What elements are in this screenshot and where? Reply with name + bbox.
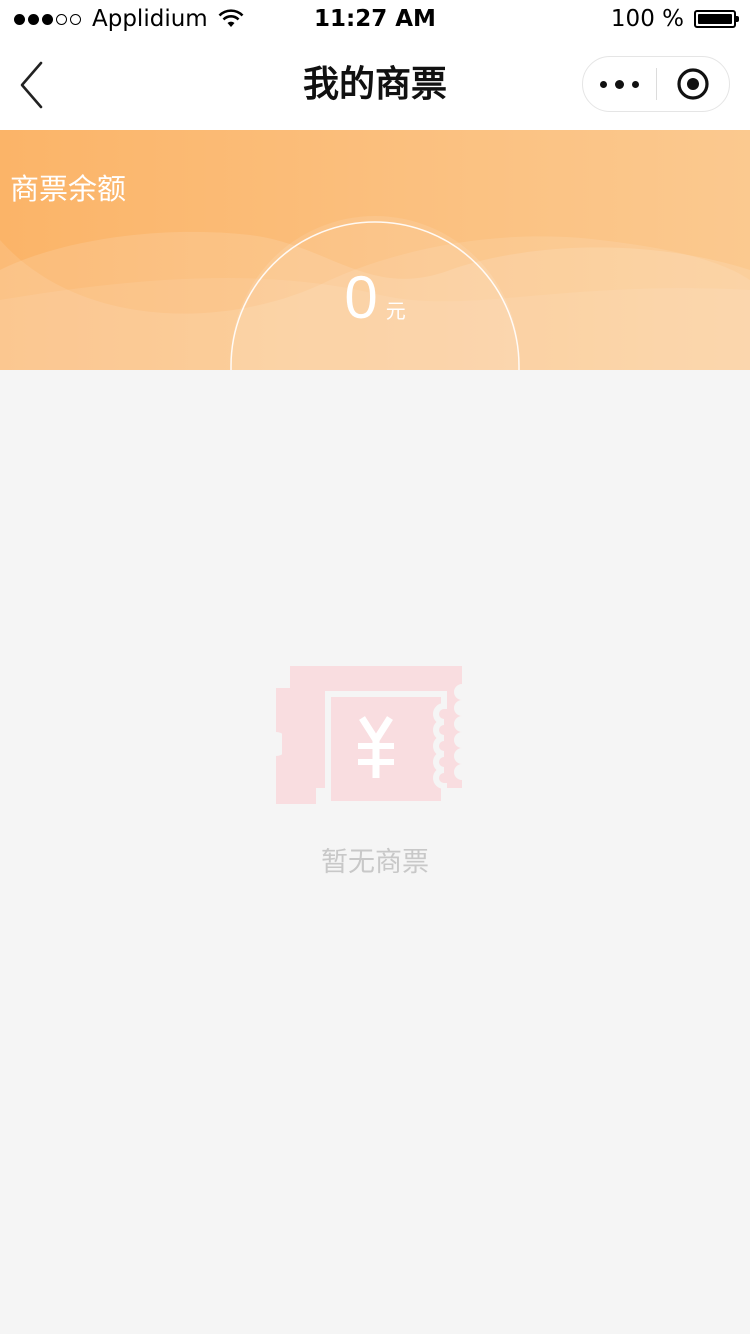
more-dots-icon-center: [614, 79, 624, 89]
status-right: 100 %: [610, 4, 739, 34]
balance-banner: 商票余额 0元: [0, 130, 750, 370]
mini-program-capsule: [582, 56, 730, 112]
battery-icon: [694, 10, 739, 28]
more-button[interactable]: [583, 57, 656, 111]
balance-display: 0元: [0, 268, 750, 328]
balance-unit: 元: [385, 299, 406, 323]
balance-value: 0: [344, 264, 378, 331]
status-bar: Applidium 11:27 AM 100 %: [0, 0, 750, 40]
more-dots-icon-right: [631, 80, 639, 88]
battery-percent: 100 %: [610, 6, 684, 32]
navigation-bar: 我的商票: [0, 40, 750, 130]
more-dots-icon: [599, 80, 607, 88]
ticket-yen-icon: [276, 666, 462, 806]
empty-state: 暂无商票: [0, 370, 750, 1334]
close-mini-program-button[interactable]: [657, 57, 730, 111]
empty-state-text: 暂无商票: [321, 847, 429, 878]
target-circle-icon: [677, 68, 709, 100]
balance-label: 商票余额: [10, 172, 127, 206]
